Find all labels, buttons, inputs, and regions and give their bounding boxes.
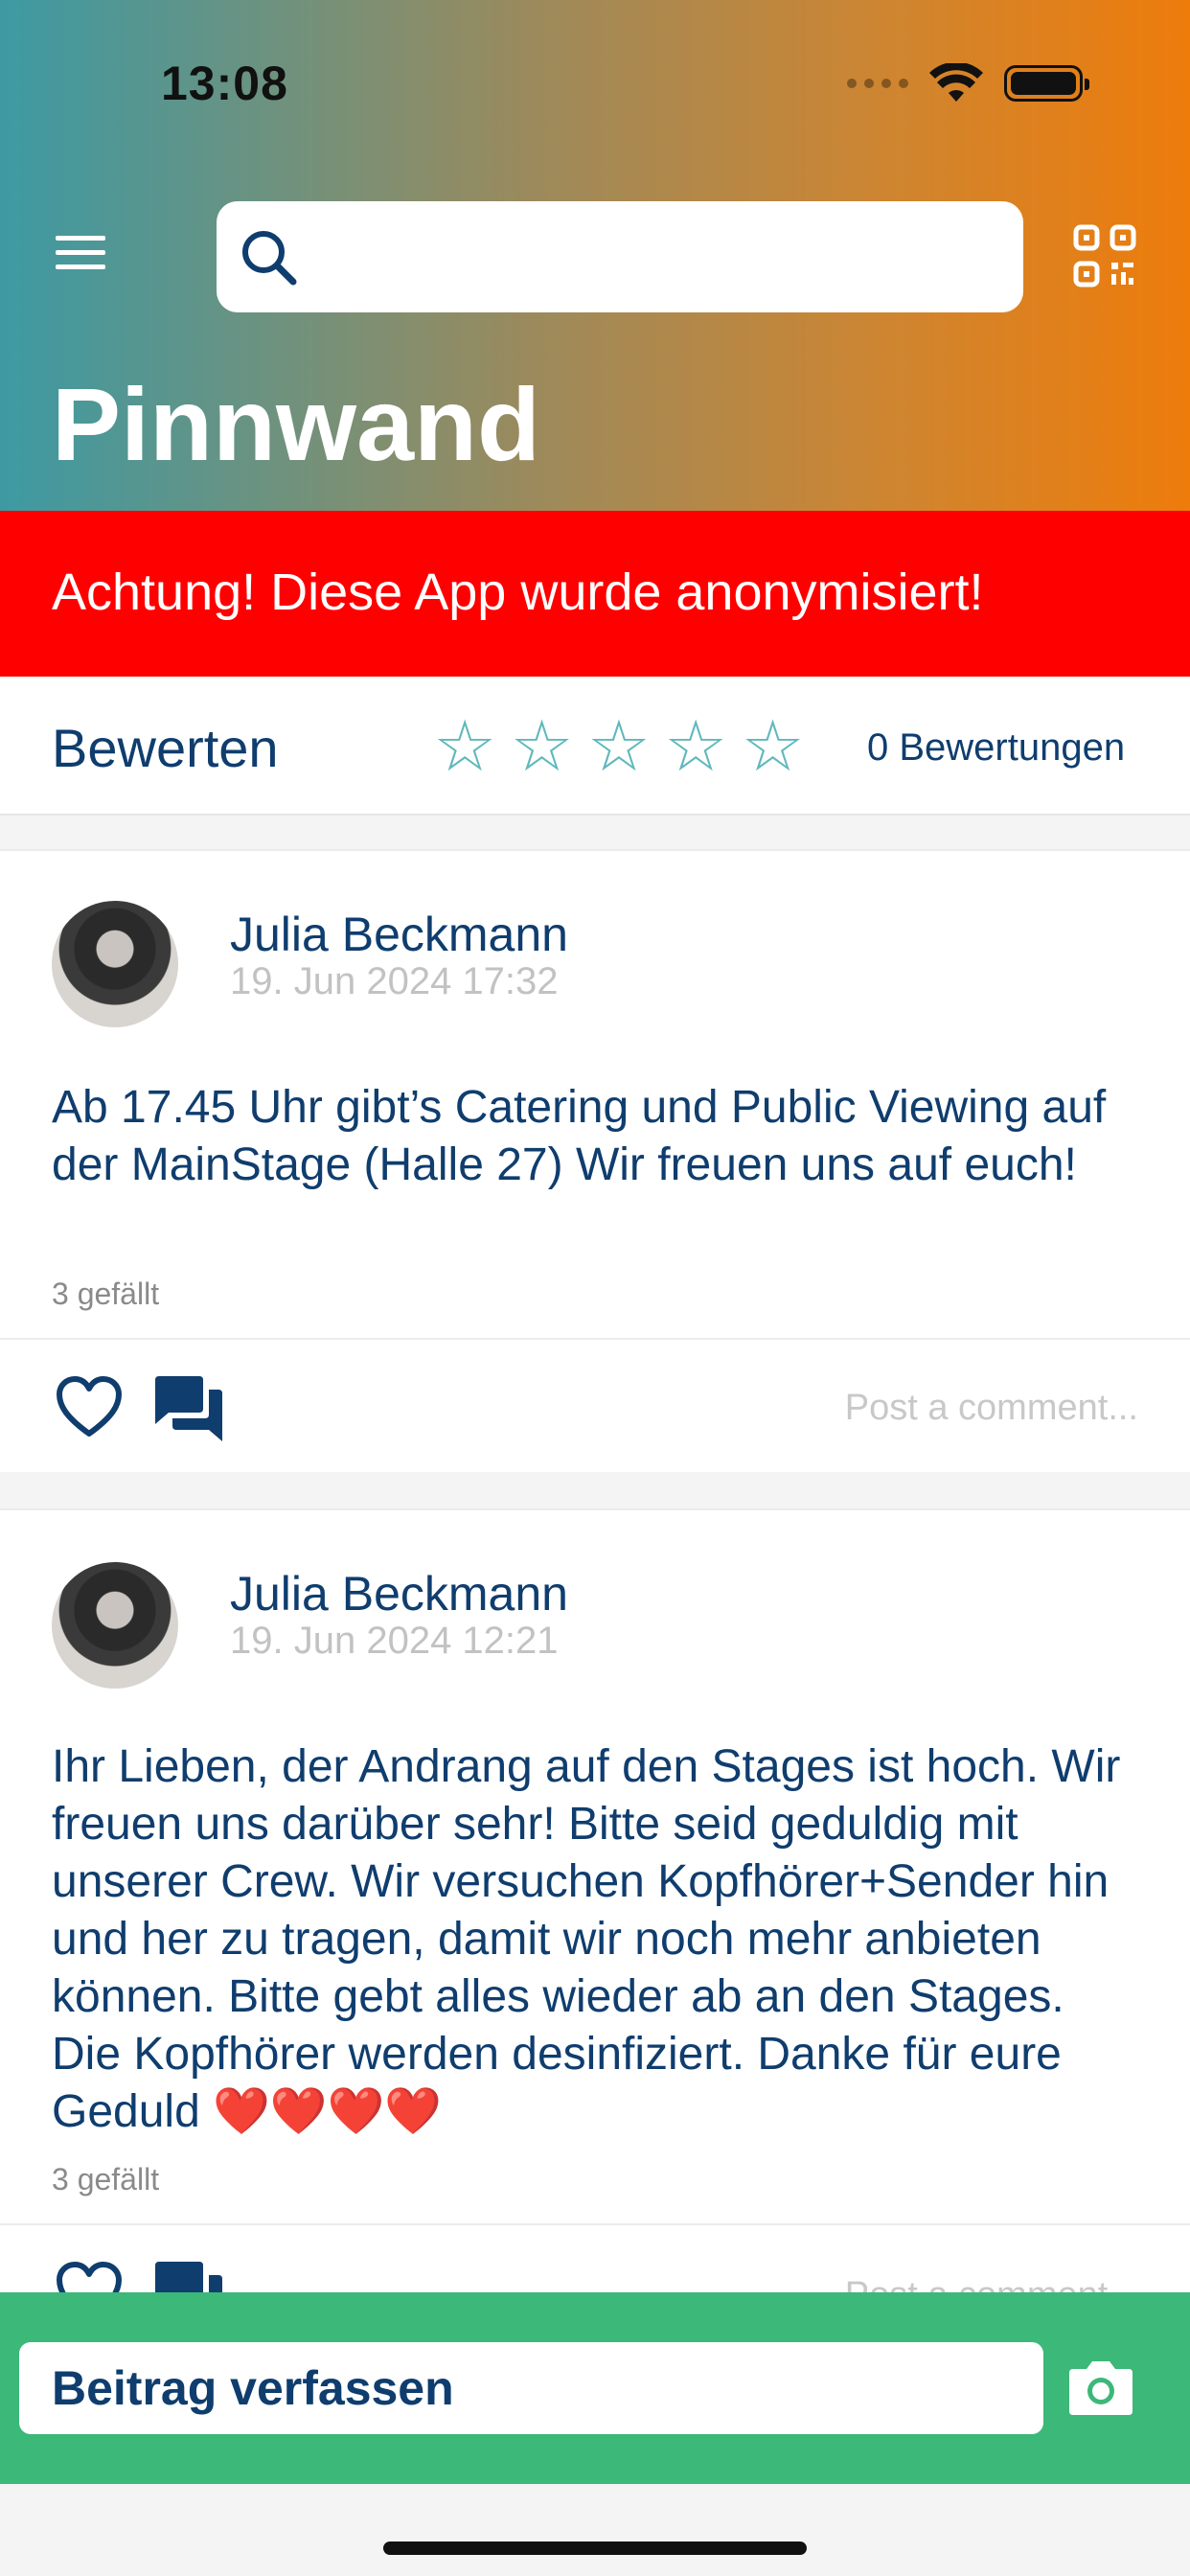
status-time: 13:08 bbox=[161, 57, 288, 110]
divider bbox=[0, 1338, 1190, 1340]
likes-count: 3 gefällt bbox=[52, 1276, 160, 1311]
star-icon[interactable]: ☆ bbox=[587, 711, 651, 782]
post-card: Julia Beckmann 19. Jun 2024 17:32 Ab 17.… bbox=[0, 849, 1190, 1472]
search-icon bbox=[242, 231, 297, 286]
likes-count: 3 gefällt bbox=[52, 2162, 160, 2196]
signal-icon bbox=[847, 79, 908, 88]
post-author[interactable]: Julia Beckmann bbox=[230, 1566, 568, 1622]
wifi-icon bbox=[929, 63, 983, 102]
alert-text: Achtung! Diese App wurde anonymisiert! bbox=[52, 564, 984, 621]
qr-code-icon[interactable] bbox=[1073, 224, 1136, 288]
heart-icon[interactable] bbox=[56, 1376, 123, 1438]
rating-label: Bewerten bbox=[52, 718, 279, 778]
post-card: Julia Beckmann 19. Jun 2024 12:21 Ihr Li… bbox=[0, 1508, 1190, 2371]
anonymized-alert: Achtung! Diese App wurde anonymisiert! bbox=[0, 511, 1190, 677]
app-header: 13:08 Pinnwand bbox=[0, 0, 1190, 511]
post-body: Ihr Lieben, der Andrang auf den Stages i… bbox=[52, 1741, 1121, 2137]
post-author[interactable]: Julia Beckmann bbox=[230, 907, 568, 962]
compose-post-input[interactable]: Beitrag verfassen bbox=[19, 2342, 1043, 2434]
post-date: 19. Jun 2024 12:21 bbox=[230, 1620, 559, 1662]
avatar[interactable] bbox=[52, 901, 178, 1027]
battery-icon bbox=[1004, 65, 1089, 102]
comment-input[interactable] bbox=[659, 1374, 1138, 1441]
post-date: 19. Jun 2024 17:32 bbox=[230, 960, 559, 1002]
page-title: Pinnwand bbox=[52, 366, 540, 482]
divider bbox=[0, 2223, 1190, 2225]
rating-stars: ☆ ☆ ☆ ☆ ☆ bbox=[433, 711, 805, 782]
rating-count: 0 Bewertungen bbox=[867, 726, 1126, 769]
status-icons bbox=[847, 63, 1089, 104]
compose-bar: Beitrag verfassen bbox=[0, 2292, 1190, 2484]
star-icon[interactable]: ☆ bbox=[510, 711, 573, 782]
rating-bar: Bewerten ☆ ☆ ☆ ☆ ☆ 0 Bewertungen bbox=[0, 677, 1190, 816]
camera-icon[interactable] bbox=[1067, 2358, 1134, 2417]
post-body: Ab 17.45 Uhr gibt’s Catering und Public … bbox=[52, 1082, 1107, 1190]
menu-icon[interactable] bbox=[56, 236, 109, 274]
search-bar[interactable] bbox=[217, 201, 1023, 312]
comment-icon[interactable] bbox=[155, 1376, 224, 1443]
star-icon[interactable]: ☆ bbox=[433, 711, 496, 782]
star-icon[interactable]: ☆ bbox=[664, 711, 727, 782]
home-area bbox=[0, 2484, 1190, 2576]
home-indicator[interactable] bbox=[383, 2542, 807, 2555]
avatar[interactable] bbox=[52, 1562, 178, 1689]
search-input[interactable] bbox=[322, 220, 993, 293]
star-icon[interactable]: ☆ bbox=[741, 711, 804, 782]
